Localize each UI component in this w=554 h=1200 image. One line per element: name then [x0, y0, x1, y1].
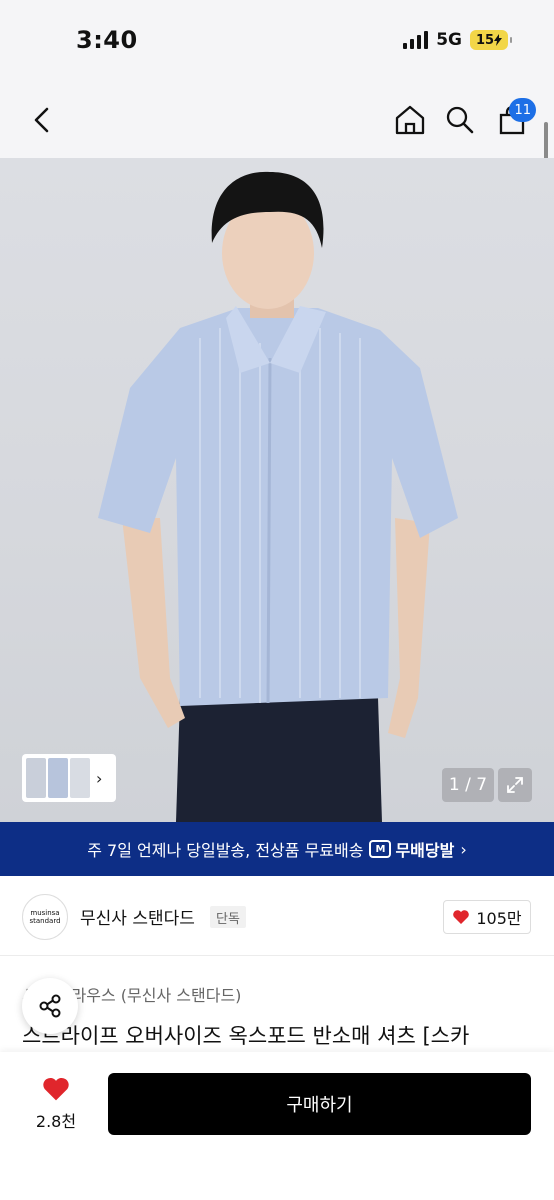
wishlist-count: 2.8천 — [35, 1112, 77, 1131]
shipping-text: 주 7일 언제나 당일발송, 전상품 무료배송 — [87, 841, 364, 860]
wishlist-button[interactable]: 2.8천 — [28, 1076, 84, 1132]
status-bar: 3:40 5G 15 — [0, 0, 554, 84]
cart-count-badge: 11 — [509, 98, 536, 122]
cart-button[interactable]: 11 — [494, 98, 536, 138]
product-photo — [98, 171, 458, 822]
brand-like-count: 105만 — [476, 909, 522, 928]
back-button[interactable] — [24, 102, 60, 138]
share-icon — [39, 994, 61, 1018]
battery-icon: 15 — [470, 30, 512, 50]
brand-like-button[interactable]: 105만 — [443, 900, 531, 934]
thumbnail-image[interactable] — [26, 758, 46, 798]
image-counter: 1 / 7 — [442, 768, 494, 802]
brand-logo-line2: standard — [29, 917, 61, 925]
thumbnail-image[interactable] — [48, 758, 68, 798]
bottom-action-bar: 2.8천 구매하기 — [0, 1052, 554, 1200]
brand-row: musinsa standard 무신사 스탠다드 단독 105만 — [0, 876, 554, 956]
signal-icon — [403, 31, 429, 49]
chevron-left-icon — [34, 107, 49, 133]
free-shipping-logo: M 무배당발 — [369, 837, 454, 861]
exclusive-badge: 단독 — [210, 906, 246, 928]
home-button[interactable] — [392, 102, 428, 138]
status-time: 3:40 — [76, 26, 138, 54]
home-icon — [395, 105, 425, 135]
brand-logo[interactable]: musinsa standard — [22, 894, 68, 940]
network-type: 5G — [436, 30, 462, 50]
heart-icon — [43, 1077, 69, 1101]
truck-logo-icon: M — [369, 840, 392, 858]
status-indicators: 5G 15 — [403, 30, 512, 50]
shipping-banner[interactable]: 주 7일 언제나 당일발송, 전상품 무료배송 M 무배당발 › — [0, 822, 554, 876]
search-button[interactable] — [442, 102, 478, 138]
thumbnail-strip[interactable]: › — [22, 754, 116, 802]
buy-button[interactable]: 구매하기 — [108, 1073, 531, 1135]
search-icon — [446, 106, 474, 134]
product-title: 스트라이프 오버사이즈 옥스포드 반소매 셔츠 [스카 — [22, 1024, 470, 1048]
share-button[interactable] — [22, 978, 78, 1034]
thumbnail-image[interactable] — [70, 758, 90, 798]
chevron-right-icon[interactable]: › — [96, 769, 102, 788]
battery-level: 15 — [475, 32, 495, 48]
chevron-right-icon: › — [460, 839, 467, 859]
brand-logo-line1: musinsa — [30, 909, 60, 917]
brand-name-link[interactable]: 무신사 스탠다드 — [80, 904, 195, 929]
heart-icon — [453, 910, 470, 924]
product-image[interactable]: › 1 / 7 — [0, 158, 554, 822]
expand-button[interactable] — [498, 768, 532, 802]
free-shipping-label: 무배당발 — [395, 841, 455, 860]
expand-icon — [507, 777, 523, 793]
top-nav: 11 — [0, 84, 554, 158]
